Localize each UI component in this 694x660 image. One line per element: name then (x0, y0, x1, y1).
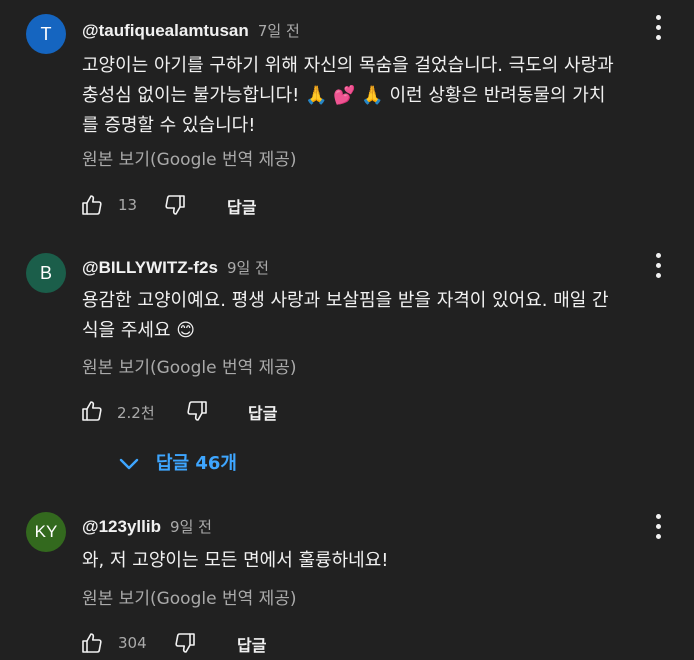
chevron-down-icon (119, 458, 139, 470)
thumbs-up-icon[interactable] (80, 193, 104, 217)
like-count: 304 (118, 634, 147, 652)
avatar[interactable]: KY (26, 512, 66, 552)
thumbs-down-icon[interactable] (173, 631, 197, 655)
thumbs-down-icon[interactable] (185, 399, 209, 423)
like-count: 2.2천 (117, 404, 155, 422)
comment-header: @BILLYWITZ-f2s 9일 전 (82, 257, 269, 279)
like-count: 13 (118, 196, 138, 214)
see-original-link[interactable]: 원본 보기(Google 번역 제공) (82, 148, 297, 172)
comment-header: @taufiquealamtusan 7일 전 (82, 20, 300, 42)
comment-text-line: 고양이는 아기를 구하기 위해 자신의 목숨을 걸었습니다. 극도의 사랑과 (82, 55, 614, 76)
comment-text-line: 를 증명할 수 있습니다! (82, 115, 256, 136)
timestamp[interactable]: 9일 전 (227, 259, 269, 277)
comment-text-line: 와, 저 고양이는 모든 면에서 훌륭하네요! (82, 550, 389, 571)
see-original-link[interactable]: 원본 보기(Google 번역 제공) (82, 356, 297, 380)
more-vert-icon[interactable] (644, 14, 672, 42)
reply-button[interactable]: 답글 (227, 194, 256, 218)
timestamp[interactable]: 7일 전 (258, 22, 300, 40)
comment-text-line: 용감한 고양이예요. 평생 사랑과 보살핌을 받을 자격이 있어요. 매일 간 (82, 290, 609, 311)
thumbs-up-icon[interactable] (80, 631, 104, 655)
avatar[interactable]: B (26, 253, 66, 293)
comment-header: @123yllib 9일 전 (82, 516, 212, 538)
reply-button[interactable]: 답글 (248, 400, 277, 424)
more-vert-icon[interactable] (644, 252, 672, 280)
thumbs-down-icon[interactable] (163, 193, 187, 217)
replies-count-label: 답글 46개 (156, 453, 237, 474)
author-handle[interactable]: @taufiquealamtusan (82, 21, 249, 40)
more-vert-icon[interactable] (644, 513, 672, 541)
comment-text-line: 충성심 없이는 불가능합니다! 🙏 💕 🙏 이런 상황은 반려동물의 가치 (82, 85, 606, 106)
author-handle[interactable]: @123yllib (82, 517, 161, 536)
author-handle[interactable]: @BILLYWITZ-f2s (82, 258, 218, 277)
comment-text: 용감한 고양이예요. 평생 사랑과 보살핌을 받을 자격이 있어요. 매일 간 … (82, 286, 682, 346)
comment-text: 고양이는 아기를 구하기 위해 자신의 목숨을 걸었습니다. 극도의 사랑과 충… (82, 51, 682, 141)
thumbs-up-icon[interactable] (80, 399, 104, 423)
comment-text: 와, 저 고양이는 모든 면에서 훌륭하네요! (82, 546, 682, 576)
comment-text-line: 식을 주세요 😊 (82, 320, 196, 341)
timestamp[interactable]: 9일 전 (170, 518, 212, 536)
see-original-link[interactable]: 원본 보기(Google 번역 제공) (82, 587, 297, 611)
reply-button[interactable]: 답글 (237, 632, 266, 656)
avatar[interactable]: T (26, 14, 66, 54)
